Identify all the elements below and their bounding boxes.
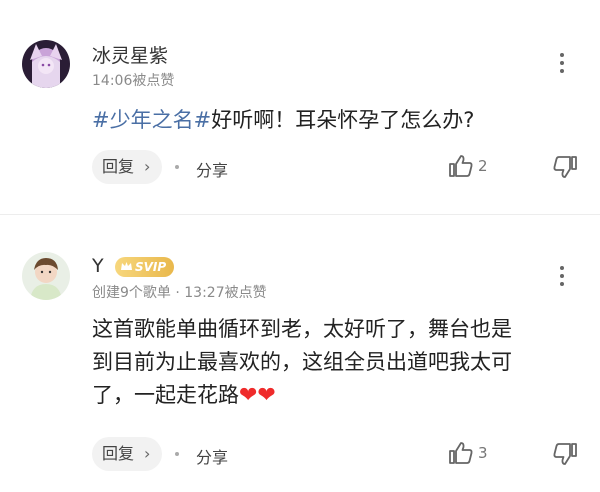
comment-text: #少年之名#好听啊！耳朵怀孕了怎么办? [92,104,578,137]
avatar[interactable] [22,40,70,88]
separator-dot [175,452,179,456]
comment-meta: 创建9个歌单 · 13:27被点赞 [92,285,267,301]
like-count: 2 [478,157,488,175]
thumb-down-icon [553,443,577,465]
separator-dot [175,165,179,169]
chevron-right-icon: › [144,444,151,463]
thumb-up-icon [449,442,473,464]
comment-text-body: 好听啊！耳朵怀孕了怎么办? [211,108,475,132]
badge-label: SVIP [135,260,167,274]
comment-item: 冰灵星紫 14:06被点赞 #少年之名#好听啊！耳朵怀孕了怎么办? 回复 › 分… [0,0,600,215]
comment-text-line: 到目前为止最喜欢的，这组全员出道吧我太可 [92,350,512,374]
reply-button[interactable]: 回复 › [92,150,162,184]
comment-text-line-body: 了，一起走花路 [92,383,239,407]
chevron-right-icon: › [144,157,151,176]
more-vertical-icon[interactable] [555,263,569,291]
username[interactable]: 冰灵星紫 [92,41,168,68]
dislike-button[interactable] [552,155,578,181]
avatar[interactable] [22,252,70,300]
comment-text-line: 这首歌能单曲循环到老，太好听了，舞台也是 [92,317,512,341]
thumb-up-icon [449,155,473,177]
comment-item: Y SVIP 创建9个歌单 · 13:27被点赞 这首歌能单曲循环到老，太好听了… [0,215,600,492]
reply-label: 回复 [102,444,135,463]
comment-meta: 14:06被点赞 [92,73,175,89]
svip-badge[interactable]: SVIP [115,257,175,277]
hashtag-link[interactable]: #少年之名# [92,108,211,132]
reply-label: 回复 [102,157,135,176]
reply-button[interactable]: 回复 › [92,437,162,471]
comment-text-line: 了，一起走花路❤❤ [92,379,578,412]
thumb-down-icon [553,156,577,178]
share-button[interactable]: 分享 [196,444,228,468]
username[interactable]: Y [92,255,104,277]
heart-emoji: ❤❤ [239,383,276,408]
dislike-button[interactable] [552,442,578,468]
more-vertical-icon[interactable] [555,50,569,78]
crown-icon [121,262,132,270]
share-button[interactable]: 分享 [196,157,228,181]
comment-text: 这首歌能单曲循环到老，太好听了，舞台也是 到目前为止最喜欢的，这组全员出道吧我太… [92,313,578,412]
like-count: 3 [478,444,488,462]
